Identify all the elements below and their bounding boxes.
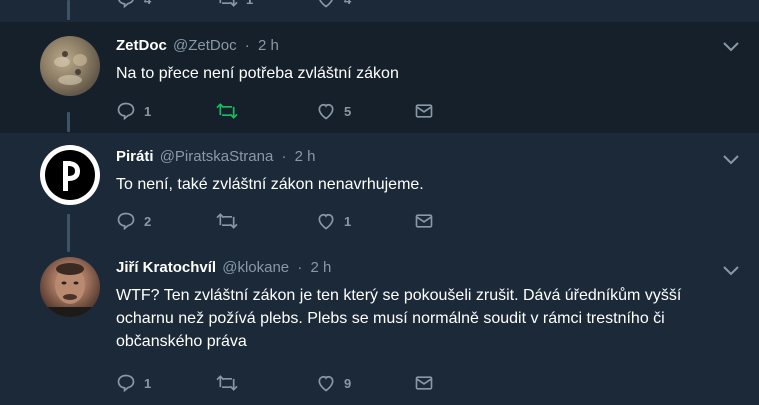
- author-handle[interactable]: @klokane: [222, 259, 289, 276]
- retweet-icon: [219, 0, 238, 7]
- author-name[interactable]: ZetDoc: [116, 37, 167, 54]
- envelope-icon: [415, 104, 433, 118]
- reply-count: 1: [144, 103, 152, 119]
- more-options-button[interactable]: [722, 264, 740, 276]
- like-button[interactable]: 5: [316, 100, 351, 122]
- reply-button[interactable]: 1: [116, 100, 151, 122]
- heart-icon: [318, 375, 334, 392]
- reply-icon: [117, 212, 135, 231]
- avatar-image: [48, 263, 92, 317]
- timestamp[interactable]: 2 h: [258, 37, 279, 54]
- tweet-header: ZetDoc @ZetDoc · 2 h: [116, 37, 279, 54]
- separator-dot: ·: [281, 148, 287, 165]
- reply-count: 1: [144, 375, 152, 391]
- tweet-text: Na to přece není potřeba zvláštní zákon: [116, 65, 399, 82]
- chevron-down-icon: [723, 155, 739, 165]
- timestamp[interactable]: 2 h: [295, 148, 316, 165]
- reply-icon: [117, 374, 135, 393]
- direct-message-button[interactable]: [414, 372, 434, 394]
- reply-button[interactable]: 1: [116, 372, 151, 394]
- like-count: 9: [344, 375, 352, 391]
- envelope-icon: [415, 214, 433, 228]
- reply-icon: [117, 102, 135, 121]
- retweet-button[interactable]: [216, 210, 246, 232]
- like-count: 5: [344, 103, 352, 119]
- more-options-button[interactable]: [722, 40, 740, 52]
- reply-count: 4: [144, 0, 151, 7]
- reply-count: 2: [144, 213, 152, 229]
- direct-message-button[interactable]: [414, 210, 434, 232]
- like-count: 1: [344, 213, 352, 229]
- tweet-text: To není, také zvláštní zákon nenavrhujem…: [116, 176, 424, 193]
- like-count: 4: [344, 0, 351, 7]
- author-name[interactable]: Jiří Kratochvíl: [116, 259, 216, 276]
- retweet-button[interactable]: [216, 100, 246, 122]
- avatar[interactable]: [40, 257, 100, 317]
- reply-button[interactable]: 2: [116, 210, 151, 232]
- separator-dot: ·: [244, 37, 250, 54]
- retweet-icon: [216, 103, 238, 119]
- tweet-header: Jiří Kratochvíl @klokane · 2 h: [116, 259, 331, 276]
- avatar[interactable]: [40, 36, 100, 96]
- heart-icon: [319, 0, 333, 8]
- separator-dot: ·: [297, 259, 303, 276]
- avatar[interactable]: [40, 145, 100, 205]
- retweet-button[interactable]: 1: [216, 0, 253, 10]
- like-button[interactable]: 1: [316, 210, 351, 232]
- chevron-down-icon: [723, 266, 739, 276]
- author-handle[interactable]: @PiratskaStrana: [160, 148, 274, 165]
- thread-line: [67, 112, 70, 132]
- pirate-flag-logo: [41, 146, 99, 204]
- like-button[interactable]: 4: [316, 0, 351, 10]
- envelope-icon: [415, 376, 433, 390]
- heart-icon: [318, 103, 334, 120]
- reply-icon: [118, 0, 134, 9]
- direct-message-button[interactable]: [414, 100, 434, 122]
- author-handle[interactable]: @ZetDoc: [173, 37, 237, 54]
- tweet[interactable]: Jiří Kratochvíl @klokane · 2 h WTF? Ten …: [0, 245, 759, 405]
- more-options-button[interactable]: [722, 153, 740, 165]
- retweet-icon: [216, 375, 238, 391]
- like-button[interactable]: 9: [316, 372, 351, 394]
- timestamp[interactable]: 2 h: [311, 259, 332, 276]
- tweet-header: Piráti @PiratskaStrana · 2 h: [116, 148, 316, 165]
- author-name[interactable]: Piráti: [116, 148, 154, 165]
- tweet[interactable]: Piráti @PiratskaStrana · 2 h To není, ta…: [0, 133, 759, 245]
- avatar-image: [54, 51, 87, 85]
- reply-button[interactable]: 4: [116, 0, 151, 10]
- chevron-down-icon: [723, 42, 739, 52]
- retweet-count: 1: [246, 0, 253, 7]
- previous-tweet-partial: 4 1 4: [0, 0, 759, 22]
- retweet-icon: [216, 213, 238, 229]
- heart-icon: [318, 213, 334, 230]
- thread-line: [67, 0, 70, 20]
- tweet-text: WTF? Ten zvláštní zákon je ten který se …: [116, 287, 682, 350]
- tweet[interactable]: ZetDoc @ZetDoc · 2 h Na to přece není po…: [0, 22, 759, 133]
- retweet-button[interactable]: [216, 372, 246, 394]
